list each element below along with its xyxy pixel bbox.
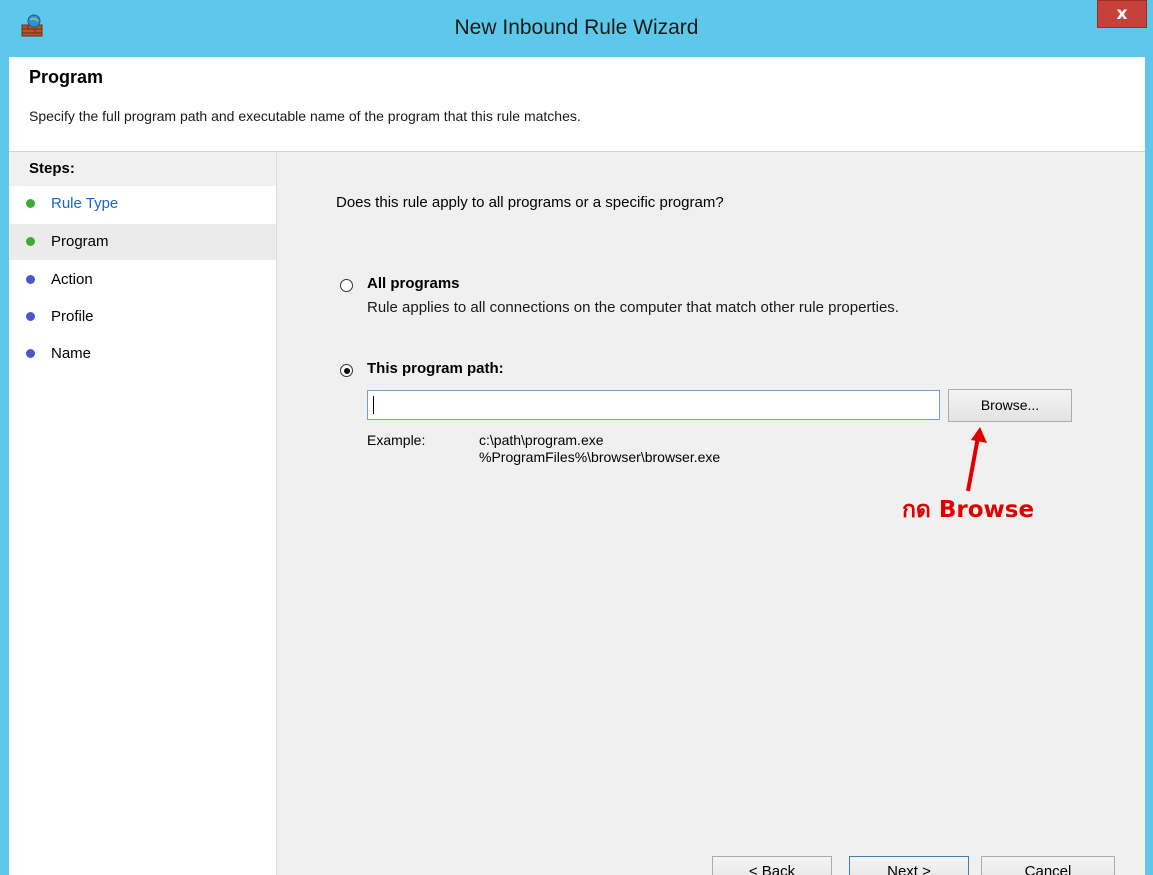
program-path-input[interactable]: [367, 390, 940, 420]
step-label: Profile: [51, 308, 94, 325]
step-status-dot: [26, 199, 35, 208]
step-label: Program: [51, 233, 109, 250]
example-path-2: %ProgramFiles%\browser\browser.exe: [479, 449, 721, 465]
all-programs-radio[interactable]: [340, 279, 353, 292]
close-icon: x: [1116, 4, 1128, 24]
page-description: Specify the full program path and execut…: [29, 108, 581, 124]
step-label: Rule Type: [51, 195, 119, 212]
steps-pane: Steps: Rule Type Program Action Profile …: [9, 152, 277, 875]
text-caret: [373, 396, 374, 414]
all-programs-label[interactable]: All programs: [367, 275, 460, 292]
all-programs-description: Rule applies to all connections on the c…: [367, 299, 899, 316]
step-name: Name: [9, 336, 276, 372]
step-status-dot: [26, 237, 35, 246]
browse-button[interactable]: Browse...: [948, 389, 1072, 422]
annotation-arrow-icon: [966, 427, 987, 492]
scope-question: Does this rule apply to all programs or …: [336, 194, 724, 211]
step-label: Action: [51, 271, 93, 288]
annotation-label: กด Browse: [902, 497, 1035, 523]
cancel-button[interactable]: Cancel: [981, 856, 1115, 875]
program-path-radio[interactable]: [340, 364, 353, 377]
back-button[interactable]: < Back: [712, 856, 832, 875]
step-program: Program: [9, 224, 276, 260]
next-button[interactable]: Next >: [849, 856, 969, 875]
step-profile: Profile: [9, 299, 276, 335]
step-status-dot: [26, 312, 35, 321]
wizard-window: New Inbound Rule Wizard x Program Specif…: [0, 0, 1153, 875]
page-title: Program: [29, 67, 104, 87]
steps-heading: Steps:: [9, 152, 276, 186]
example-path-1: c:\path\program.exe: [479, 432, 604, 448]
step-label: Name: [51, 345, 92, 362]
window-title: New Inbound Rule Wizard: [454, 16, 699, 39]
program-path-label[interactable]: This program path:: [367, 360, 504, 377]
page-header: Program Specify the full program path an…: [9, 57, 1145, 152]
step-action: Action: [9, 262, 276, 298]
close-button[interactable]: x: [1097, 0, 1147, 28]
step-rule-type[interactable]: Rule Type: [9, 186, 276, 222]
title-bar: New Inbound Rule Wizard x: [0, 0, 1153, 57]
step-status-dot: [26, 275, 35, 284]
example-label: Example:: [367, 432, 426, 448]
step-status-dot: [26, 349, 35, 358]
